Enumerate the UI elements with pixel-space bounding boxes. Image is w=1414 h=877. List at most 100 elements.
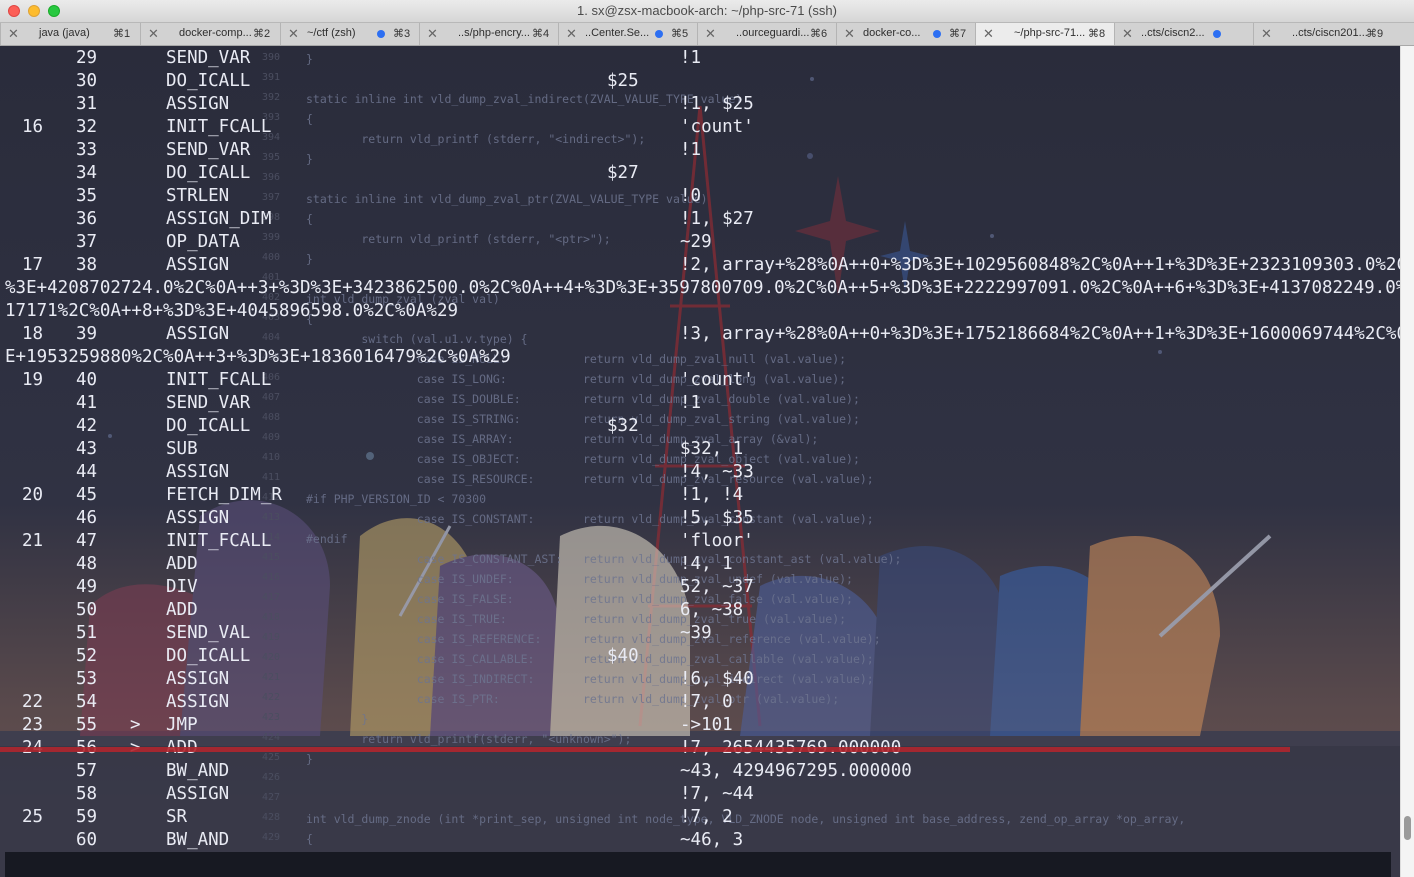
tab-close-icon[interactable]: ✕ (427, 26, 438, 42)
bg-code-line: case IS_DOUBLE: return vld_dump_zval_dou… (306, 392, 860, 406)
opcode-number: 48 (76, 554, 98, 574)
opcode-operands: ~29 (680, 232, 712, 252)
vertical-scrollbar[interactable] (1400, 46, 1414, 877)
tab-9[interactable]: ✕ ..cts/ciscn2... (1114, 23, 1253, 45)
opcode-number: 32 (76, 117, 98, 137)
tab-5[interactable]: ✕ ..Center.Se... ⌘5 (558, 23, 697, 45)
terminal-pane[interactable]: 390} 391 392 static inline int vld_dump_zva… (0, 46, 1400, 877)
tab-2[interactable]: ✕ docker-comp... ⌘2 (140, 23, 279, 45)
opcode-name: INIT_FCALL (166, 370, 272, 390)
tab-8[interactable]: ✕ ~/php-src-71... ⌘8 (975, 23, 1114, 45)
opcode-number: 51 (76, 623, 98, 643)
tab-label: ..cts/ciscn2... (1141, 27, 1205, 39)
tab-close-icon[interactable]: ✕ (148, 26, 159, 42)
opcode-name: OP_DATA (166, 232, 240, 252)
bg-code-line: return vld_printf (stderr, "<indirect>")… (306, 132, 646, 146)
tab-4[interactable]: ✕ ..s/php-encry... ⌘4 (419, 23, 558, 45)
bg-line-number: 392 (262, 92, 281, 103)
opcode-name: FETCH_DIM_R (166, 485, 282, 505)
bg-line-number: 429 (262, 832, 281, 843)
bg-line-number: 390 (262, 52, 281, 63)
opcode-result: $27 (607, 163, 639, 183)
bg-line-number: 415 (262, 552, 281, 563)
tab-close-icon[interactable]: ✕ (983, 26, 994, 42)
bg-line-number: 425 (262, 752, 281, 763)
activity-indicator-icon (933, 30, 941, 38)
tab-close-icon[interactable]: ✕ (1261, 26, 1272, 42)
bg-line-number: 426 (262, 772, 281, 783)
tab-7[interactable]: ✕ docker-co... ⌘7 (836, 23, 975, 45)
tab-label: ~/php-src-71... (1014, 27, 1086, 39)
opcode-name: DO_ICALL (166, 646, 251, 666)
opcode-number: 50 (76, 600, 98, 620)
opcode-operands: ~43, 4294967295.000000 (680, 761, 912, 781)
bg-code-line: } (306, 252, 313, 266)
tab-close-icon[interactable]: ✕ (288, 26, 299, 42)
bg-code-line: case IS_CALLABLE: return vld_dump_zval_c… (306, 652, 874, 666)
bg-code-line: switch (val.u1.v.type) { (306, 332, 528, 346)
tab-close-icon[interactable]: ✕ (1122, 26, 1133, 42)
opcode-name: SUB (166, 439, 198, 459)
source-line-number: 23 (22, 715, 44, 735)
opcode-number: 38 (76, 255, 98, 275)
tab-label: docker-comp... (179, 27, 252, 39)
opcode-operands: !1 (680, 393, 702, 413)
bg-code-line: case IS_RESOURCE: return vld_dump_zval_r… (306, 472, 874, 486)
bg-code-line: { (306, 212, 313, 226)
opcode-name: DO_ICALL (166, 163, 251, 183)
tab-10[interactable]: ✕ ..cts/ciscn201... ⌘9 (1253, 23, 1392, 45)
opcode-number: 55 (76, 715, 98, 735)
bg-line-number: 421 (262, 672, 281, 683)
bg-line-number: 409 (262, 432, 281, 443)
opcode-name: ASSIGN (166, 508, 230, 528)
opcode-number: 47 (76, 531, 98, 551)
opcode-number: 34 (76, 163, 98, 183)
command-input-bar[interactable] (5, 852, 1391, 877)
scrollbar-thumb[interactable] (1404, 816, 1411, 840)
opcode-number: 42 (76, 416, 98, 436)
opcode-number: 44 (76, 462, 98, 482)
tab-shortcut: ⌘6 (810, 28, 828, 40)
bg-code-line: return vld_printf(stderr, "<unknown>"); (306, 732, 632, 746)
opcode-name: SEND_VAR (166, 140, 251, 160)
opcode-name: DIV (166, 577, 198, 597)
tab-close-icon[interactable]: ✕ (8, 26, 19, 42)
opcode-number: 59 (76, 807, 98, 827)
tab-close-icon[interactable]: ✕ (566, 26, 577, 42)
bg-line-number: 410 (262, 452, 281, 463)
tab-shortcut: ⌘2 (253, 28, 271, 40)
opcode-name: DO_ICALL (166, 71, 251, 91)
opcode-number: 29 (76, 48, 98, 68)
opcode-operands: 'floor' (680, 531, 754, 551)
source-line-number: 19 (22, 370, 44, 390)
tab-close-icon[interactable]: ✕ (705, 26, 716, 42)
opcode-operands: !7, 0 (680, 692, 733, 712)
tab-close-icon[interactable]: ✕ (844, 26, 855, 42)
bg-line-number: 428 (262, 812, 281, 823)
tab-shortcut: ⌘7 (949, 28, 967, 40)
bg-code-line: #if PHP_VERSION_ID < 70300 (306, 492, 487, 506)
opcode-operands: !7, 2 (680, 807, 733, 827)
bg-line-number: 424 (262, 732, 281, 743)
bg-line-number: 427 (262, 792, 281, 803)
activity-indicator-icon (655, 30, 663, 38)
source-line-number: 16 (22, 117, 44, 137)
tab-3[interactable]: ✕ ~/ctf (zsh) ⌘3 (280, 23, 419, 45)
bg-code-line: } (306, 52, 313, 66)
bg-line-number: 396 (262, 172, 281, 183)
opcode-number: 39 (76, 324, 98, 344)
opcode-name: ASSIGN (166, 692, 230, 712)
bg-code-line: case IS_CONSTANT_AST: return vld_dump_zv… (306, 552, 902, 566)
bg-line-number: 407 (262, 392, 281, 403)
bg-line-number: 404 (262, 332, 281, 343)
opcode-number: 33 (76, 140, 98, 160)
opcode-operands: !0 (680, 186, 702, 206)
activity-indicator-icon (1213, 30, 1221, 38)
opcode-number: 53 (76, 669, 98, 689)
tab-1[interactable]: ✕ java (java) ⌘1 (0, 23, 139, 45)
opcode-operands: !1, !4 (680, 485, 744, 505)
tab-6[interactable]: ✕ ..ourceguardi... ⌘6 (697, 23, 836, 45)
bg-line-number: 419 (262, 632, 281, 643)
tab-label: ~/ctf (zsh) (307, 27, 356, 39)
bg-line-number: 420 (262, 652, 281, 663)
